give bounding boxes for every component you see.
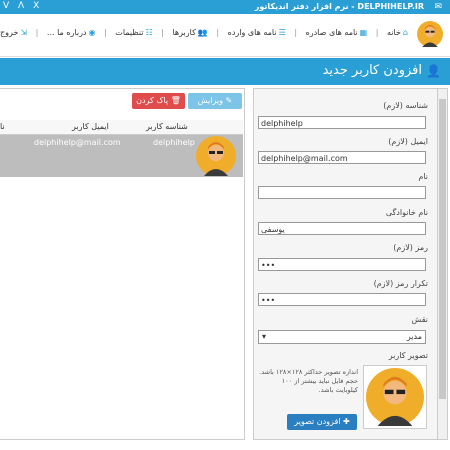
username-field[interactable]: delphihelp	[258, 116, 426, 129]
row-avatar-icon	[196, 136, 236, 176]
user-image-box	[363, 365, 427, 429]
email-label: ایمیل (لازم)	[388, 137, 428, 146]
password-field[interactable]: •••	[258, 258, 426, 271]
menu-separator: |	[216, 28, 220, 37]
users-icon: 👥	[197, 28, 208, 37]
app-icon: ✉	[434, 2, 442, 12]
info-icon: ◉	[88, 28, 96, 37]
scrollbar-thumb[interactable]	[439, 99, 446, 399]
grid-icon: ▦	[359, 28, 368, 37]
exit-icon: ⇲	[20, 28, 28, 37]
page-header: افزودن کاربر جدید 👤	[0, 58, 450, 85]
column-header-username[interactable]: شناسه کاربر	[146, 122, 188, 131]
menu-separator: |	[161, 28, 164, 37]
password-label: رمز (لازم)	[393, 243, 428, 252]
table-header: شناسه کاربر ایمیل کاربر نا	[0, 120, 243, 135]
window-controls: ᐯ ᐱ X	[3, 1, 45, 11]
close-icon[interactable]: X	[33, 1, 39, 11]
menu-item-outgoing[interactable]: ▦نامه های صادره	[306, 28, 368, 37]
list-icon: ☰	[278, 28, 286, 37]
dropdown-arrow-icon: ▾	[262, 332, 267, 341]
add-image-button[interactable]: ✚ افزودن تصویر	[287, 414, 357, 430]
column-header-name[interactable]: نا	[0, 122, 5, 131]
window-title: DELPHIHELP.IR - نرم افزار دفتر اندیکاتور	[254, 2, 424, 11]
form-scrollbar[interactable]	[437, 88, 448, 440]
menu-item-settings[interactable]: ☷تنظیمات	[115, 28, 152, 37]
page-title: افزودن کاربر جدید	[322, 63, 422, 78]
menu-separator: |	[294, 28, 298, 37]
email-field[interactable]: delphihelp@mail.com	[258, 151, 426, 164]
home-icon: ⌂	[402, 28, 408, 37]
cell-username: delphihelp	[153, 138, 195, 147]
menu-item-users[interactable]: 👥کاربرها	[172, 28, 207, 37]
lastname-field[interactable]: یوسفی	[258, 222, 426, 235]
menu-bar: ⌂خانه | ▦نامه های صادره | ☰نامه های وارد…	[0, 14, 450, 57]
plus-icon: ✚	[340, 417, 350, 426]
menu-separator: |	[375, 28, 379, 37]
menu-item-home[interactable]: ⌂خانه	[387, 28, 408, 37]
cell-email: delphihelp@mail.com	[34, 138, 121, 147]
main-menu: ⌂خانه | ▦نامه های صادره | ☰نامه های وارد…	[0, 28, 408, 37]
column-header-email[interactable]: ایمیل کاربر	[72, 122, 109, 131]
add-user-icon: 👤	[426, 64, 441, 78]
user-image-avatar-icon	[366, 368, 424, 426]
image-label: تصویر کاربر	[388, 351, 428, 360]
edit-button[interactable]: ✎ ویرایش	[188, 93, 242, 109]
role-select[interactable]: مدیر ▾	[258, 330, 426, 344]
menu-item-about[interactable]: ◉درباره ما ...	[47, 28, 96, 37]
firstname-field[interactable]	[258, 186, 426, 199]
delete-button[interactable]: 🗑 پاک کردن	[132, 93, 185, 109]
menu-item-incoming[interactable]: ☰نامه های وارده	[228, 28, 286, 37]
confirm-password-label: تکرار رمز (لازم)	[373, 279, 428, 288]
lastname-label: نام خانوادگی	[385, 208, 428, 217]
role-value: مدیر	[406, 332, 422, 341]
image-size-note: اندازه تصویر حداکثر ۱۲۸×۱۲۸ باشد. حجم فا…	[259, 368, 358, 394]
username-label: شناسه (لازم)	[383, 101, 428, 110]
role-label: نقش	[411, 315, 428, 324]
menu-item-exit[interactable]: ⇲خروج	[0, 28, 27, 37]
user-avatar-icon[interactable]	[417, 21, 443, 47]
settings-icon: ☷	[145, 28, 153, 37]
title-bar: ᐯ ᐱ X DELPHIHELP.IR - نرم افزار دفتر اند…	[0, 0, 450, 14]
firstname-label: نام	[418, 172, 428, 181]
maximize-icon[interactable]: ᐱ	[18, 1, 24, 11]
trash-icon: 🗑	[168, 96, 181, 105]
confirm-password-field[interactable]: •••	[258, 293, 426, 306]
menu-separator: |	[104, 28, 107, 37]
menu-separator: |	[35, 28, 39, 37]
pencil-icon: ✎	[222, 96, 233, 105]
minimize-icon[interactable]: ᐯ	[3, 1, 9, 11]
